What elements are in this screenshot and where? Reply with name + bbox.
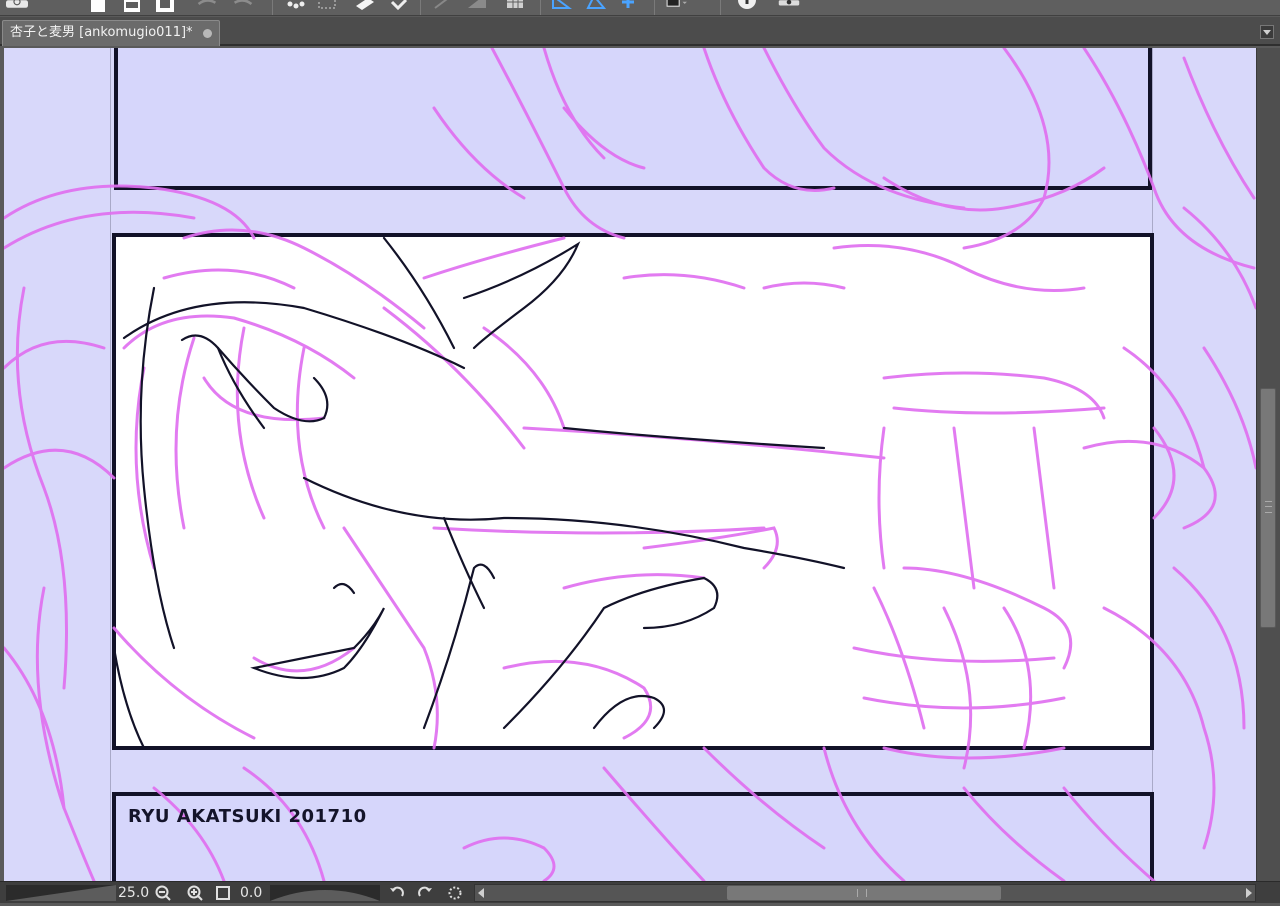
- zoom-out-icon[interactable]: [154, 884, 172, 902]
- fit-screen-icon[interactable]: [214, 884, 232, 902]
- snap-icon[interactable]: [618, 0, 640, 14]
- document-tab[interactable]: 杏子と麦男 [ankomugio011]*: [2, 20, 220, 46]
- status-bar: 25.0 0.0: [0, 881, 1280, 903]
- reset-rotation-icon[interactable]: [446, 884, 464, 902]
- drawing-canvas[interactable]: RYU AKATSUKI 201710: [4, 48, 1256, 881]
- rotate-left-icon[interactable]: [388, 884, 406, 902]
- info-icon[interactable]: [736, 0, 758, 14]
- clear-icon[interactable]: [354, 0, 376, 14]
- document-tab-bar: 杏子と麦男 [ankomugio011]*: [0, 17, 1280, 46]
- horizontal-scroll-thumb[interactable]: [727, 886, 1001, 900]
- selection-icon[interactable]: [432, 0, 454, 14]
- open-file-icon[interactable]: [122, 0, 144, 14]
- scroll-grip-icon: [1265, 501, 1272, 513]
- tab-menu-chevron-down-icon[interactable]: [1260, 25, 1274, 39]
- perspective-icon[interactable]: [584, 0, 607, 14]
- credit-text: RYU AKATSUKI 201710: [128, 806, 367, 827]
- top-toolbar: [0, 0, 1280, 16]
- rotation-value[interactable]: 0.0: [240, 884, 262, 902]
- sketch-artwork: [4, 48, 1256, 881]
- vertical-scrollbar[interactable]: [1256, 48, 1280, 881]
- horizontal-scrollbar[interactable]: [474, 884, 1256, 902]
- app-logo-icon[interactable]: [6, 0, 64, 14]
- ruler-icon[interactable]: [550, 0, 572, 14]
- sparkle-icon[interactable]: [284, 0, 306, 14]
- redo-icon[interactable]: [232, 0, 266, 14]
- tab-modified-dot-icon[interactable]: [203, 29, 212, 38]
- color-icon[interactable]: [666, 0, 706, 14]
- move-icon[interactable]: [388, 0, 410, 14]
- undo-icon[interactable]: [196, 0, 230, 14]
- save-icon[interactable]: [154, 0, 176, 14]
- new-file-icon[interactable]: [88, 0, 110, 14]
- scroll-grip-icon: [857, 889, 867, 897]
- zoom-value[interactable]: 25.0: [118, 884, 149, 902]
- zoom-in-icon[interactable]: [186, 884, 204, 902]
- rotate-right-icon[interactable]: [416, 884, 434, 902]
- scroll-left-icon[interactable]: [478, 888, 484, 898]
- document-tab-title: 杏子と麦男 [ankomugio011]*: [10, 25, 193, 40]
- transform-icon[interactable]: [316, 0, 338, 14]
- rotation-slider[interactable]: [270, 885, 380, 901]
- zoom-slider[interactable]: [6, 885, 116, 901]
- vertical-scroll-thumb[interactable]: [1260, 388, 1276, 628]
- scroll-right-icon[interactable]: [1246, 888, 1252, 898]
- settings-icon[interactable]: [778, 0, 836, 14]
- grid-icon[interactable]: [504, 0, 526, 14]
- fill-icon[interactable]: [466, 0, 488, 14]
